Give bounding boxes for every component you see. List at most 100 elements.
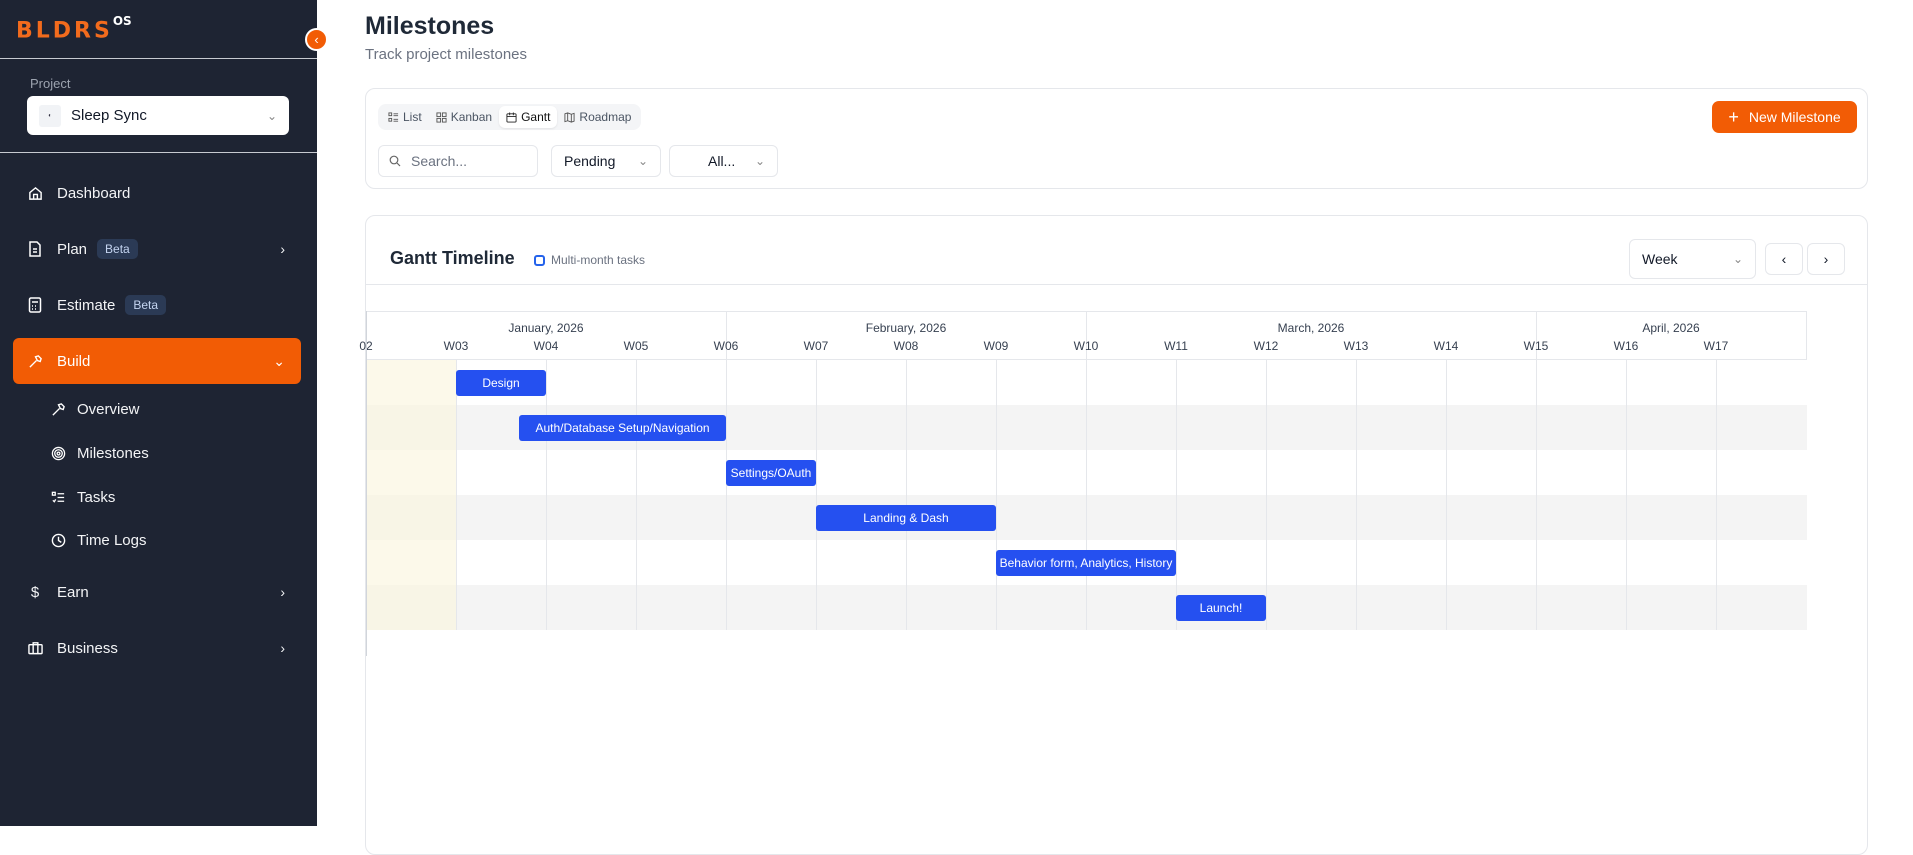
chevron-down-icon: ⌄ [637, 154, 648, 168]
project-logo: ◐ [39, 104, 61, 127]
nav-label: Build [57, 352, 91, 370]
week-gridline [636, 360, 637, 630]
tab-gantt[interactable]: Gantt [499, 106, 558, 128]
divider [366, 284, 1867, 285]
milestone-bar[interactable]: Auth/Database Setup/Navigation [519, 414, 726, 441]
multi-month-label: Multi-month tasks [551, 253, 646, 267]
checkbox[interactable] [534, 254, 545, 266]
target-icon [50, 445, 66, 461]
project-name: Sleep Sync [71, 107, 147, 124]
week-gridline [546, 360, 547, 630]
week-label: W16 [1613, 339, 1639, 353]
week-gridline [816, 360, 817, 630]
view-tabs: List Kanban Gantt Roadmap [378, 104, 642, 130]
collapse-sidebar-button[interactable]: ‹ [305, 28, 328, 51]
beta-badge: Beta [97, 239, 138, 259]
chevron-right-icon: › [280, 584, 285, 600]
sidebar-subitem-time-logs[interactable]: Time Logs [50, 525, 146, 555]
beta-badge: Beta [125, 295, 167, 315]
milestone-bar[interactable]: Landing & Dash [816, 504, 996, 531]
subitem-label: Overview [77, 400, 140, 418]
week-gridline [1716, 360, 1717, 630]
week-gridline [456, 360, 457, 630]
previous-button[interactable]: ‹ [1765, 243, 1803, 275]
sidebar-item-earn[interactable]: $ Earn › [13, 569, 301, 615]
calendar-icon [506, 111, 517, 123]
month-label: March, 2026 [1277, 321, 1345, 335]
tab-kanban[interactable]: Kanban [429, 106, 499, 128]
logo-text: BLDRS [16, 18, 113, 44]
next-button[interactable]: › [1807, 243, 1845, 275]
chevron-down-icon: ⌄ [754, 154, 765, 168]
week-label: W08 [893, 339, 919, 353]
clock-icon [50, 532, 66, 548]
search-icon [389, 155, 401, 167]
sidebar-item-estimate[interactable]: Estimate Beta [13, 282, 301, 328]
new-milestone-button[interactable]: + New Milestone [1712, 101, 1857, 133]
week-label: W17 [1703, 339, 1729, 353]
toolbar-card: List Kanban Gantt Roadmap Search... Pend… [365, 88, 1868, 189]
home-icon [27, 185, 43, 201]
milestone-bar[interactable]: Settings/OAuth [726, 459, 816, 486]
nav-label: Business [57, 639, 118, 657]
chevron-down-icon: ⌄ [273, 352, 285, 369]
sidebar-subitem-milestones[interactable]: Milestones [50, 438, 149, 468]
scale-select[interactable]: Week ⌄ [1629, 239, 1756, 279]
category-filter-select[interactable]: All... ⌄ [669, 145, 778, 177]
subitem-label: Tasks [77, 488, 116, 506]
tab-roadmap[interactable]: Roadmap [557, 106, 638, 128]
list-icon [388, 111, 399, 122]
week-label: W07 [803, 339, 829, 353]
sidebar-subitem-tasks[interactable]: Tasks [50, 482, 115, 512]
week-label: W04 [533, 339, 559, 353]
hammer-icon [27, 353, 43, 369]
search-placeholder: Search... [411, 153, 468, 169]
logo[interactable]: BLDRSOS [16, 14, 132, 44]
search-input[interactable]: Search... [378, 145, 538, 177]
checklist-icon [50, 489, 66, 505]
scale-value: Week [1642, 251, 1678, 267]
week-label: W15 [1523, 339, 1549, 353]
sidebar-item-business[interactable]: Business › [13, 625, 301, 671]
status-filter-select[interactable]: Pending ⌄ [551, 145, 661, 177]
subitem-label: Time Logs [77, 531, 147, 549]
grid-left-edge [366, 311, 367, 656]
sidebar-item-plan[interactable]: Plan Beta › [13, 226, 301, 272]
week-gridline [1626, 360, 1627, 630]
milestone-bar[interactable]: Launch! [1176, 594, 1266, 621]
chevron-down-icon: ⌄ [266, 108, 277, 123]
category-filter-value: All... [708, 153, 736, 169]
nav-label: Plan [57, 240, 88, 258]
week-gridline [1176, 360, 1177, 630]
multi-month-toggle[interactable]: Multi-month tasks [534, 253, 645, 267]
plus-icon: + [1728, 106, 1739, 127]
gantt-chart: 02W03W04W05W06W07W08W09W10W11W12W13W14W1… [359, 311, 1807, 631]
page-title: Milestones [365, 12, 495, 40]
sidebar-item-build[interactable]: Build ⌄ [13, 338, 301, 384]
status-filter-value: Pending [564, 153, 616, 169]
milestone-bar[interactable]: Behavior form, Analytics, History [996, 549, 1176, 576]
tab-list[interactable]: List [381, 106, 429, 128]
week-gridline [1536, 311, 1537, 630]
nav-label: Earn [57, 583, 89, 601]
calculator-icon [27, 297, 43, 313]
week-label: W10 [1073, 339, 1099, 353]
milestone-bar[interactable]: Design [456, 369, 546, 396]
week-gridline [906, 360, 907, 630]
project-label: Project [30, 76, 71, 91]
sidebar: BLDRSOS Project ◐ Sleep Sync ⌄ Dashboard… [0, 0, 317, 826]
week-label: W12 [1253, 339, 1279, 353]
tab-label: Roadmap [579, 110, 632, 124]
sidebar-item-dashboard[interactable]: Dashboard [13, 170, 301, 216]
week-gridline [1446, 360, 1447, 630]
week-label: W11 [1164, 339, 1188, 353]
hammer-icon [50, 401, 66, 417]
week-label: W09 [983, 339, 1009, 353]
gantt-title: Gantt Timeline [390, 248, 515, 268]
chevron-down-icon: ⌄ [1732, 252, 1743, 266]
current-week-highlight [366, 360, 456, 630]
sidebar-subitem-overview[interactable]: Overview [50, 394, 140, 424]
new-milestone-label: New Milestone [1748, 109, 1841, 125]
project-select[interactable]: ◐ Sleep Sync ⌄ [27, 96, 289, 135]
tab-label: List [403, 110, 422, 124]
